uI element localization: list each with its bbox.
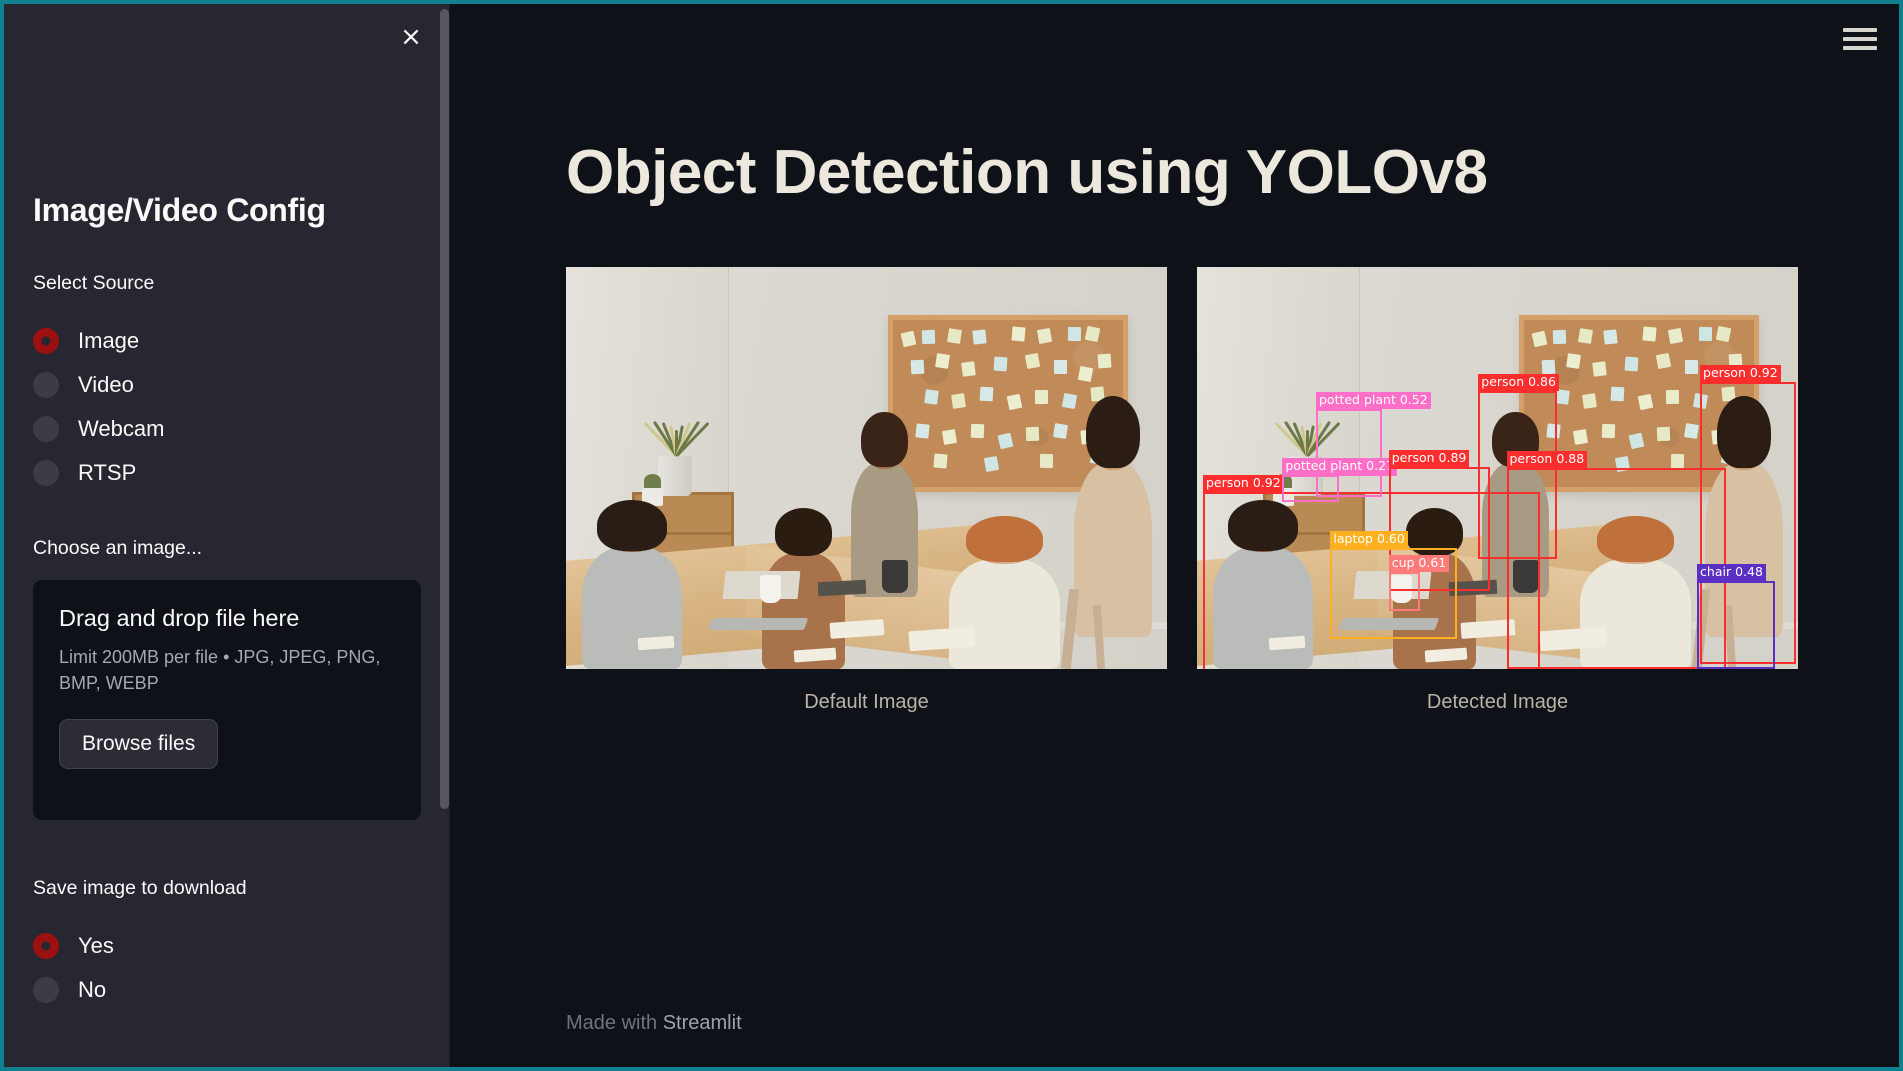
detection-label: laptop 0.60 (1330, 531, 1408, 549)
radio-indicator[interactable] (33, 460, 59, 486)
cup (759, 574, 782, 603)
radio-label: Yes (78, 933, 114, 958)
detection-label: chair 0.48 (1697, 563, 1766, 581)
sticky-note (951, 392, 967, 409)
sticky-note (900, 330, 917, 348)
image-comparison-row: Default Image person 0.92 potted plant 0.… (566, 267, 1798, 713)
save-radio-group[interactable]: Yes No (33, 924, 114, 1012)
sticky-note (972, 329, 987, 346)
paper (637, 635, 675, 651)
sticky-note (922, 330, 936, 345)
detected-image-caption: Detected Image (1426, 691, 1569, 713)
radio-label: Webcam (78, 416, 165, 441)
detection-label: potted plant 0.27 (1282, 458, 1398, 476)
sticky-note (1025, 426, 1040, 442)
radio-option-webcam[interactable]: Webcam (33, 407, 164, 451)
radio-option-rtsp[interactable]: RTSP (33, 451, 164, 495)
detected-image-column: person 0.92 potted plant 0.52 potted plant… (1197, 267, 1798, 713)
app-window: × Image/Video Config Select Source Image… (0, 0, 1903, 1071)
sticky-note (1084, 325, 1101, 343)
radio-indicator[interactable] (33, 328, 59, 354)
detection-label: person 0.89 (1388, 450, 1470, 468)
sticky-note (946, 327, 962, 344)
detection-box-chair: chair 0.48 (1697, 563, 1776, 669)
radio-indicator[interactable] (33, 933, 59, 959)
sticky-note (1036, 327, 1052, 344)
sticky-note (1039, 453, 1053, 469)
sidebar-scrollbar[interactable] (440, 9, 449, 809)
detection-label: cup 0.61 (1388, 554, 1450, 573)
radio-option-yes[interactable]: Yes (33, 924, 114, 968)
sticky-note (1053, 360, 1067, 375)
browse-files-button[interactable]: Browse files (59, 719, 219, 770)
sticky-note (960, 361, 976, 377)
default-image-column: Default Image (566, 267, 1167, 713)
detection-box-potted-plant: potted plant 0.27 (1282, 458, 1398, 502)
radio-indicator[interactable] (33, 416, 59, 442)
sticky-note (983, 456, 999, 473)
detection-overlay: person 0.92 potted plant 0.52 potted plant… (1197, 267, 1798, 669)
laptop (707, 571, 809, 633)
detection-label: person 0.86 (1478, 373, 1559, 392)
sticky-note (1067, 326, 1081, 342)
choose-image-label: Choose an image... (33, 537, 203, 559)
sticky-note (993, 356, 1008, 372)
detection-label: person 0.88 (1506, 451, 1588, 469)
sticky-note (1077, 365, 1094, 383)
sticky-note (979, 386, 994, 402)
default-image (566, 267, 1167, 669)
radio-option-no[interactable]: No (33, 968, 114, 1012)
detection-label: person 0.92 (1203, 475, 1284, 493)
footer: Made with Streamlit (566, 1012, 742, 1035)
sticky-note (923, 389, 939, 406)
sticky-note (1052, 422, 1068, 439)
book (818, 579, 867, 596)
dropzone-headline: Drag and drop file here (59, 605, 300, 631)
sticky-note (1006, 394, 1022, 411)
detection-box-person: person 0.88 (1506, 451, 1726, 669)
footer-prefix: Made with (566, 1012, 663, 1034)
main-content: Object Detection using YOLOv8 Default Im… (450, 4, 1899, 1067)
sticky-note (910, 359, 925, 375)
hamburger-menu-icon[interactable] (1843, 24, 1877, 54)
select-source-label: Select Source (33, 272, 155, 294)
sidebar-title: Image/Video Config (33, 192, 326, 228)
sidebar: × Image/Video Config Select Source Image… (4, 4, 450, 1067)
save-image-label: Save image to download (33, 877, 247, 899)
detected-image: person 0.92 potted plant 0.52 potted plant… (1197, 267, 1798, 669)
radio-label: No (78, 977, 107, 1002)
source-radio-group[interactable]: Image Video Webcam RTSP (33, 319, 164, 495)
default-image-caption: Default Image (804, 691, 929, 713)
sticky-note (1035, 390, 1049, 405)
dropzone-limits: Limit 200MB per file • JPG, JPEG, PNG, B… (59, 647, 381, 693)
detection-label: potted plant 0.52 (1315, 391, 1431, 409)
sticky-note (970, 423, 984, 439)
cup (881, 560, 908, 593)
streamlit-link[interactable]: Streamlit (663, 1012, 742, 1034)
close-icon[interactable]: × (392, 18, 430, 56)
radio-label: Image (78, 328, 140, 353)
radio-indicator[interactable] (33, 372, 59, 398)
radio-option-image[interactable]: Image (33, 319, 164, 363)
radio-label: Video (78, 372, 134, 397)
sticky-note (933, 453, 948, 469)
sticky-note (1011, 326, 1026, 342)
radio-label: RTSP (78, 460, 137, 485)
sticky-note (935, 352, 951, 369)
person (1071, 395, 1155, 637)
sticky-note (942, 429, 958, 446)
sticky-note (997, 432, 1013, 450)
detection-box-cup: cup 0.61 (1388, 554, 1450, 612)
sticky-note (1024, 352, 1041, 369)
office-photo (566, 267, 1167, 669)
radio-indicator[interactable] (33, 977, 59, 1003)
file-uploader-dropzone[interactable]: Drag and drop file here Limit 200MB per … (33, 580, 421, 820)
detection-label: person 0.92 (1700, 365, 1781, 383)
sticky-note (1097, 353, 1111, 369)
page-title: Object Detection using YOLOv8 (566, 138, 1488, 207)
radio-option-video[interactable]: Video (33, 363, 164, 407)
